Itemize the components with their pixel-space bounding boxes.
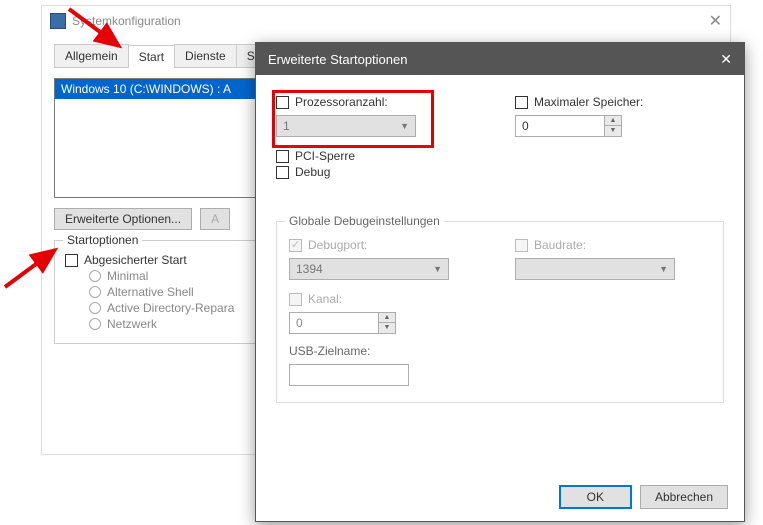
debugport-value: 1394	[296, 262, 323, 276]
parent-close-button[interactable]: ✕	[709, 11, 722, 31]
processor-count-label: Prozessoranzahl:	[295, 95, 388, 109]
kanal-checkbox: Kanal:	[289, 292, 485, 306]
usb-target-input	[289, 364, 409, 386]
parent-title: Systemkonfiguration	[72, 14, 181, 28]
debug-label: Debug	[295, 165, 330, 179]
ok-button[interactable]: OK	[559, 485, 632, 509]
tab-allgemein[interactable]: Allgemein	[54, 44, 129, 67]
chevron-down-icon: ▼	[659, 264, 668, 274]
chevron-down-icon: ▼	[433, 264, 442, 274]
spinner-buttons: ▲▼	[379, 312, 396, 334]
usb-target-label: USB-Zielname:	[289, 344, 485, 358]
global-debug-group: Globale Debugeinstellungen ✓ Debugport: …	[276, 221, 724, 403]
chevron-down-icon: ▼	[400, 121, 409, 131]
debugport-combo: 1394 ▼	[289, 258, 449, 280]
checkbox-box	[65, 254, 78, 267]
startoptionen-label: Startoptionen	[63, 233, 142, 247]
tab-dienste[interactable]: Dienste	[174, 44, 237, 67]
max-memory-input[interactable]: ▲▼	[515, 115, 724, 137]
pci-lock-checkbox[interactable]: PCI-Sperre	[276, 149, 485, 163]
cancel-button[interactable]: Abbrechen	[640, 485, 728, 509]
advanced-boot-dialog: Erweiterte Startoptionen ✕ Prozessoranza…	[255, 42, 745, 522]
parent-titlebar: Systemkonfiguration ✕	[42, 6, 730, 36]
dialog-titlebar: Erweiterte Startoptionen ✕	[256, 43, 744, 75]
global-debug-label: Globale Debugeinstellungen	[285, 214, 444, 228]
debug-checkbox[interactable]: Debug	[276, 165, 485, 179]
tab-start[interactable]: Start	[128, 45, 175, 68]
baudrate-checkbox: Baudrate:	[515, 238, 711, 252]
dialog-title: Erweiterte Startoptionen	[268, 52, 407, 67]
msconfig-icon	[50, 13, 66, 29]
kanal-label: Kanal:	[308, 292, 342, 306]
spinner-buttons[interactable]: ▲▼	[605, 115, 622, 137]
debugport-label: Debugport:	[308, 238, 367, 252]
kanal-input: ▲▼	[289, 312, 485, 334]
processor-count-combo[interactable]: 1 ▼	[276, 115, 416, 137]
processor-count-value: 1	[283, 119, 290, 133]
max-memory-label: Maximaler Speicher:	[534, 95, 643, 109]
max-memory-checkbox[interactable]: Maximaler Speicher:	[515, 95, 724, 109]
baudrate-label: Baudrate:	[534, 238, 586, 252]
processor-count-checkbox[interactable]: Prozessoranzahl:	[276, 95, 485, 109]
kanal-value	[289, 312, 379, 334]
debugport-checkbox: ✓ Debugport:	[289, 238, 485, 252]
baudrate-combo: ▼	[515, 258, 675, 280]
dialog-close-button[interactable]: ✕	[720, 51, 732, 68]
max-memory-value[interactable]	[515, 115, 605, 137]
safe-boot-label: Abgesicherter Start	[84, 253, 187, 267]
advanced-options-button[interactable]: Erweiterte Optionen...	[54, 208, 192, 230]
pci-lock-label: PCI-Sperre	[295, 149, 355, 163]
truncated-button[interactable]: A	[200, 208, 230, 230]
